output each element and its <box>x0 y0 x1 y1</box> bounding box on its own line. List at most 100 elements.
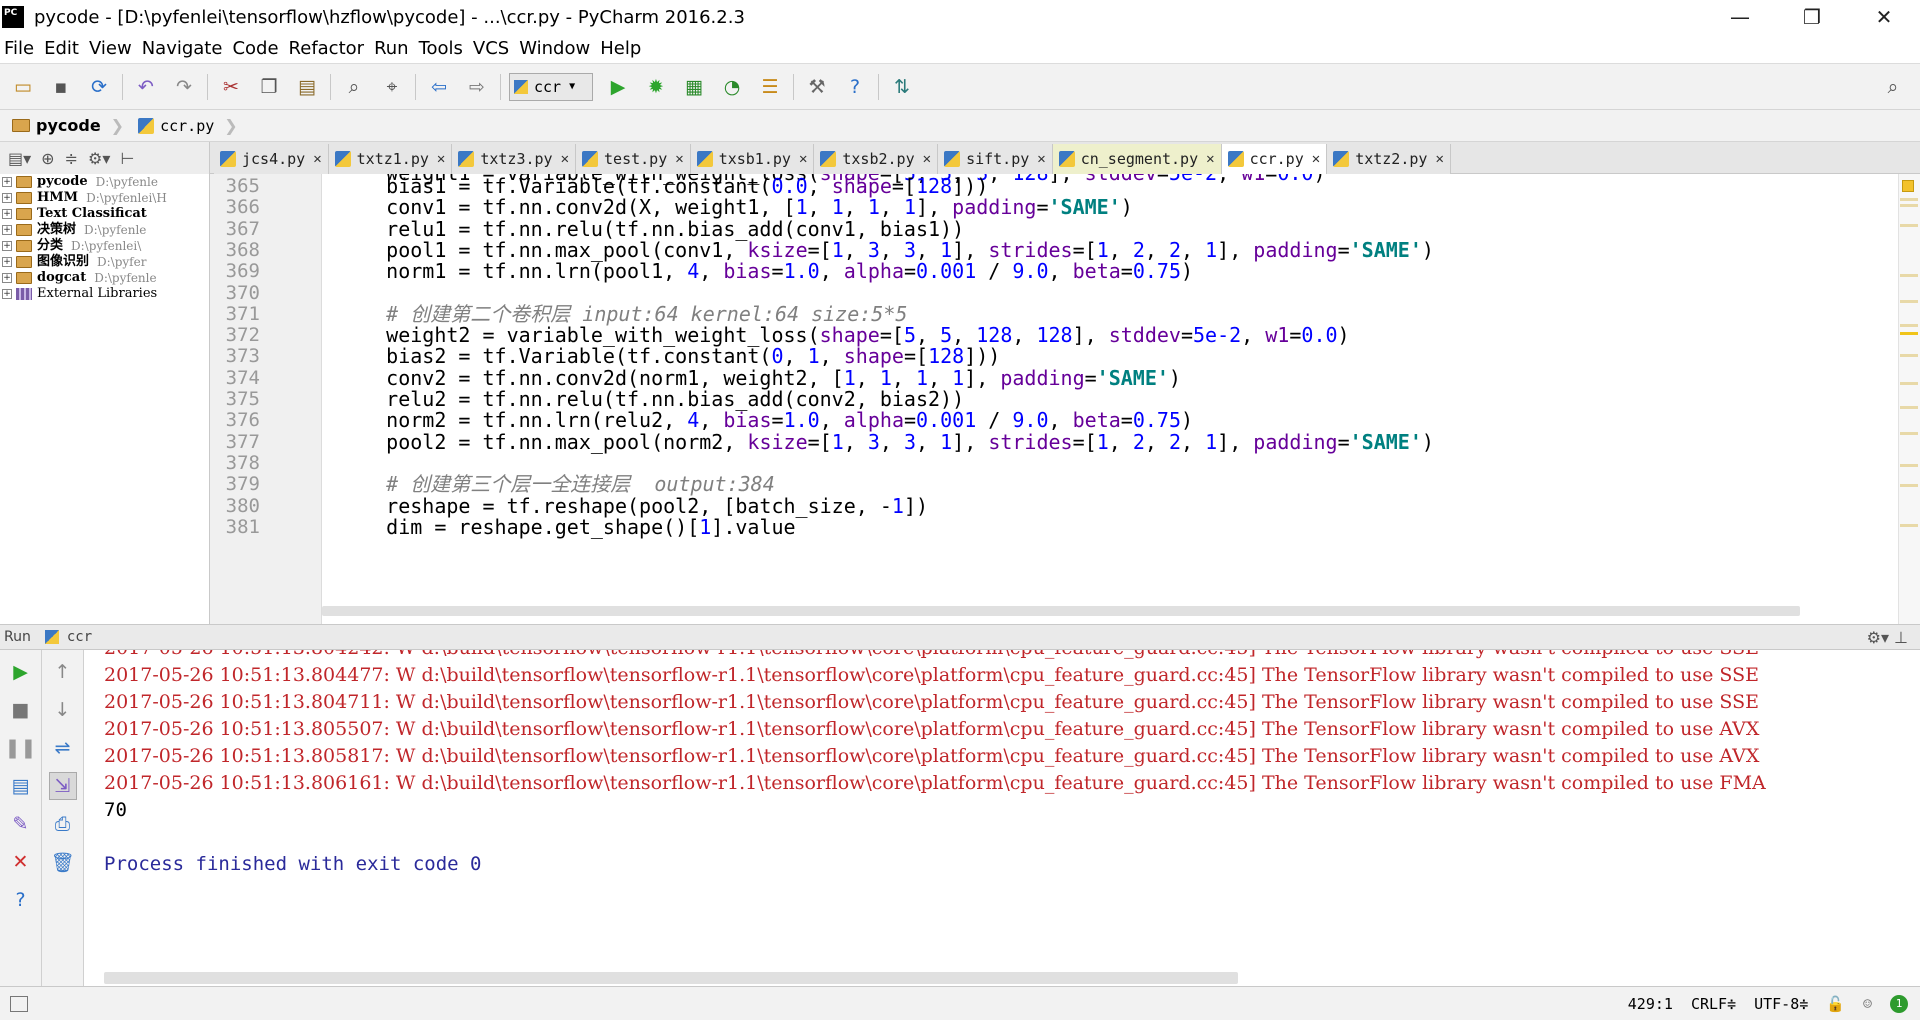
console-horizontal-scrollbar[interactable] <box>104 972 1238 984</box>
open-folder-icon[interactable]: ▭ <box>8 72 38 102</box>
tab-jcs4-py[interactable]: jcs4.py ✕ <box>214 144 329 174</box>
scroll-down-icon[interactable]: ↓ <box>49 696 77 724</box>
breadcrumb-project[interactable]: pycode ❯ <box>12 116 124 135</box>
settings-icon[interactable]: ⚒ <box>802 72 832 102</box>
soft-wrap-icon[interactable]: ⇌ <box>49 734 77 762</box>
expand-icon[interactable]: + <box>2 273 12 283</box>
close-icon[interactable]: ✕ <box>7 848 35 876</box>
expand-icon[interactable]: + <box>2 241 12 251</box>
tree-item[interactable]: + Text Classificat <box>0 206 209 222</box>
tab-cn_segment-py[interactable]: cn_segment.py ✕ <box>1052 144 1222 174</box>
concurrency-icon[interactable]: ☰ <box>755 72 785 102</box>
print-icon[interactable]: ⎙ <box>49 810 77 838</box>
scroll-up-icon[interactable]: ↑ <box>49 658 77 686</box>
replace-icon[interactable]: ⌖ <box>377 72 407 102</box>
close-tab-icon[interactable]: ✕ <box>561 151 569 167</box>
menu-help[interactable]: Help <box>600 38 641 59</box>
caret-position[interactable]: 429:1 <box>1628 995 1673 1013</box>
tool-window-toggle-icon[interactable] <box>10 995 28 1012</box>
tab-txsb1-py[interactable]: txsb1.py ✕ <box>690 144 815 174</box>
tab-txtz1-py[interactable]: txtz1.py ✕ <box>328 144 453 174</box>
menu-run[interactable]: Run <box>374 38 409 59</box>
menu-tools[interactable]: Tools <box>419 38 463 59</box>
menu-refactor[interactable]: Refactor <box>289 38 365 59</box>
expand-icon[interactable]: + <box>2 193 12 203</box>
menu-view[interactable]: View <box>89 38 132 59</box>
back-icon[interactable]: ⇦ <box>424 72 454 102</box>
run-icon[interactable]: ▶ <box>603 72 633 102</box>
run-console[interactable]: 2017-05-26 10:51:13.804242: W d:\build\t… <box>84 650 1920 986</box>
event-log-badge[interactable]: 1 <box>1890 994 1908 1013</box>
cut-icon[interactable]: ✂ <box>216 72 246 102</box>
tab-ccr-py[interactable]: ccr.py ✕ <box>1221 144 1328 174</box>
tree-item[interactable]: + 决策树 D:\pyfenle <box>0 222 209 238</box>
expand-icon[interactable]: + <box>2 209 12 219</box>
lock-icon[interactable]: 🔓 <box>1826 995 1845 1013</box>
expand-icon[interactable]: + <box>2 257 12 267</box>
paste-icon[interactable]: ▤ <box>292 72 322 102</box>
code-editor[interactable]: weight1 = variable_with_weight_loss(shap… <box>210 174 1920 624</box>
tree-item[interactable]: + 图像识别 D:\pyfer <box>0 254 209 270</box>
tree-item[interactable]: + dogcat D:\pyfenle <box>0 270 209 286</box>
menu-code[interactable]: Code <box>232 38 278 59</box>
tab-txtz3-py[interactable]: txtz3.py ✕ <box>452 144 577 174</box>
profile-icon[interactable]: ◔ <box>717 72 747 102</box>
line-separator[interactable]: CRLF≑ <box>1691 995 1736 1013</box>
save-icon[interactable]: ▪ <box>46 72 76 102</box>
close-button[interactable]: ✕ <box>1848 0 1920 34</box>
rerun-icon[interactable]: ▶ <box>7 658 35 686</box>
gear-icon[interactable]: ⚙▾ <box>88 149 110 168</box>
tree-item[interactable]: + HMM D:\pyfenlei\H <box>0 190 209 206</box>
redo-icon[interactable]: ↷ <box>169 72 199 102</box>
sync-icon[interactable]: ⟳ <box>84 72 114 102</box>
tree-item[interactable]: + pycode D:\pyfenle <box>0 174 209 190</box>
menu-window[interactable]: Window <box>519 38 590 59</box>
close-tab-icon[interactable]: ✕ <box>437 151 445 167</box>
find-icon[interactable]: ⌕ <box>339 72 369 102</box>
tab-sift-py[interactable]: sift.py ✕ <box>938 144 1053 174</box>
hide-icon[interactable]: ⊢ <box>120 149 134 168</box>
run-config-select[interactable]: ccr ▼ <box>509 72 593 101</box>
pin-icon[interactable]: ✎ <box>7 810 35 838</box>
close-tab-icon[interactable]: ✕ <box>675 151 683 167</box>
warning-indicator-icon[interactable] <box>1902 180 1914 192</box>
search-everywhere-icon[interactable]: ⌕ <box>1878 72 1908 102</box>
expand-icon[interactable]: + <box>2 289 12 299</box>
tab-test-py[interactable]: test.py ✕ <box>576 144 691 174</box>
copy-icon[interactable]: ❐ <box>254 72 284 102</box>
tab-txsb2-py[interactable]: txsb2.py ✕ <box>814 144 939 174</box>
menu-vcs[interactable]: VCS <box>473 38 509 59</box>
close-tab-icon[interactable]: ✕ <box>1206 151 1214 167</box>
scroll-to-end-icon[interactable]: ⇲ <box>48 772 77 800</box>
trash-icon[interactable]: 🗑 <box>49 848 77 876</box>
restore-button[interactable]: ❐ <box>1776 0 1848 34</box>
help-icon[interactable]: ? <box>7 886 35 914</box>
menu-edit[interactable]: Edit <box>44 38 79 59</box>
debug-icon[interactable]: ✹ <box>641 72 671 102</box>
coverage-icon[interactable]: ▦ <box>679 72 709 102</box>
close-tab-icon[interactable]: ✕ <box>1435 151 1443 167</box>
close-tab-icon[interactable]: ✕ <box>923 151 931 167</box>
tree-item[interactable]: + 分类 D:\pyfenlei\ <box>0 238 209 254</box>
expand-icon[interactable]: + <box>2 225 12 235</box>
expand-icon[interactable]: + <box>2 177 12 187</box>
breadcrumb-file[interactable]: ccr.py ❯ <box>138 116 238 135</box>
editor-horizontal-scrollbar[interactable] <box>322 606 1800 616</box>
run-config-tab[interactable]: ccr <box>67 629 92 645</box>
menu-navigate[interactable]: Navigate <box>142 38 223 59</box>
collapse-icon[interactable]: ≑ <box>65 149 78 168</box>
menu-file[interactable]: File <box>4 38 34 59</box>
undo-icon[interactable]: ↶ <box>131 72 161 102</box>
close-tab-icon[interactable]: ✕ <box>313 151 321 167</box>
close-tab-icon[interactable]: ✕ <box>799 151 807 167</box>
close-tab-icon[interactable]: ✕ <box>1312 151 1320 167</box>
project-view-icon[interactable]: ▤▾ <box>8 149 31 168</box>
forward-icon[interactable]: ⇨ <box>462 72 492 102</box>
layout-icon[interactable]: ▤ <box>7 772 35 800</box>
inspector-icon[interactable]: ☺ <box>1863 995 1872 1013</box>
file-encoding[interactable]: UTF-8≑ <box>1754 995 1808 1013</box>
vcs-icon[interactable]: ⇅ <box>887 72 917 102</box>
pause-icon[interactable]: ❚❚ <box>5 734 37 762</box>
help-icon[interactable]: ? <box>840 72 870 102</box>
gear-icon[interactable]: ⚙▾ ⊥ <box>1867 628 1908 647</box>
